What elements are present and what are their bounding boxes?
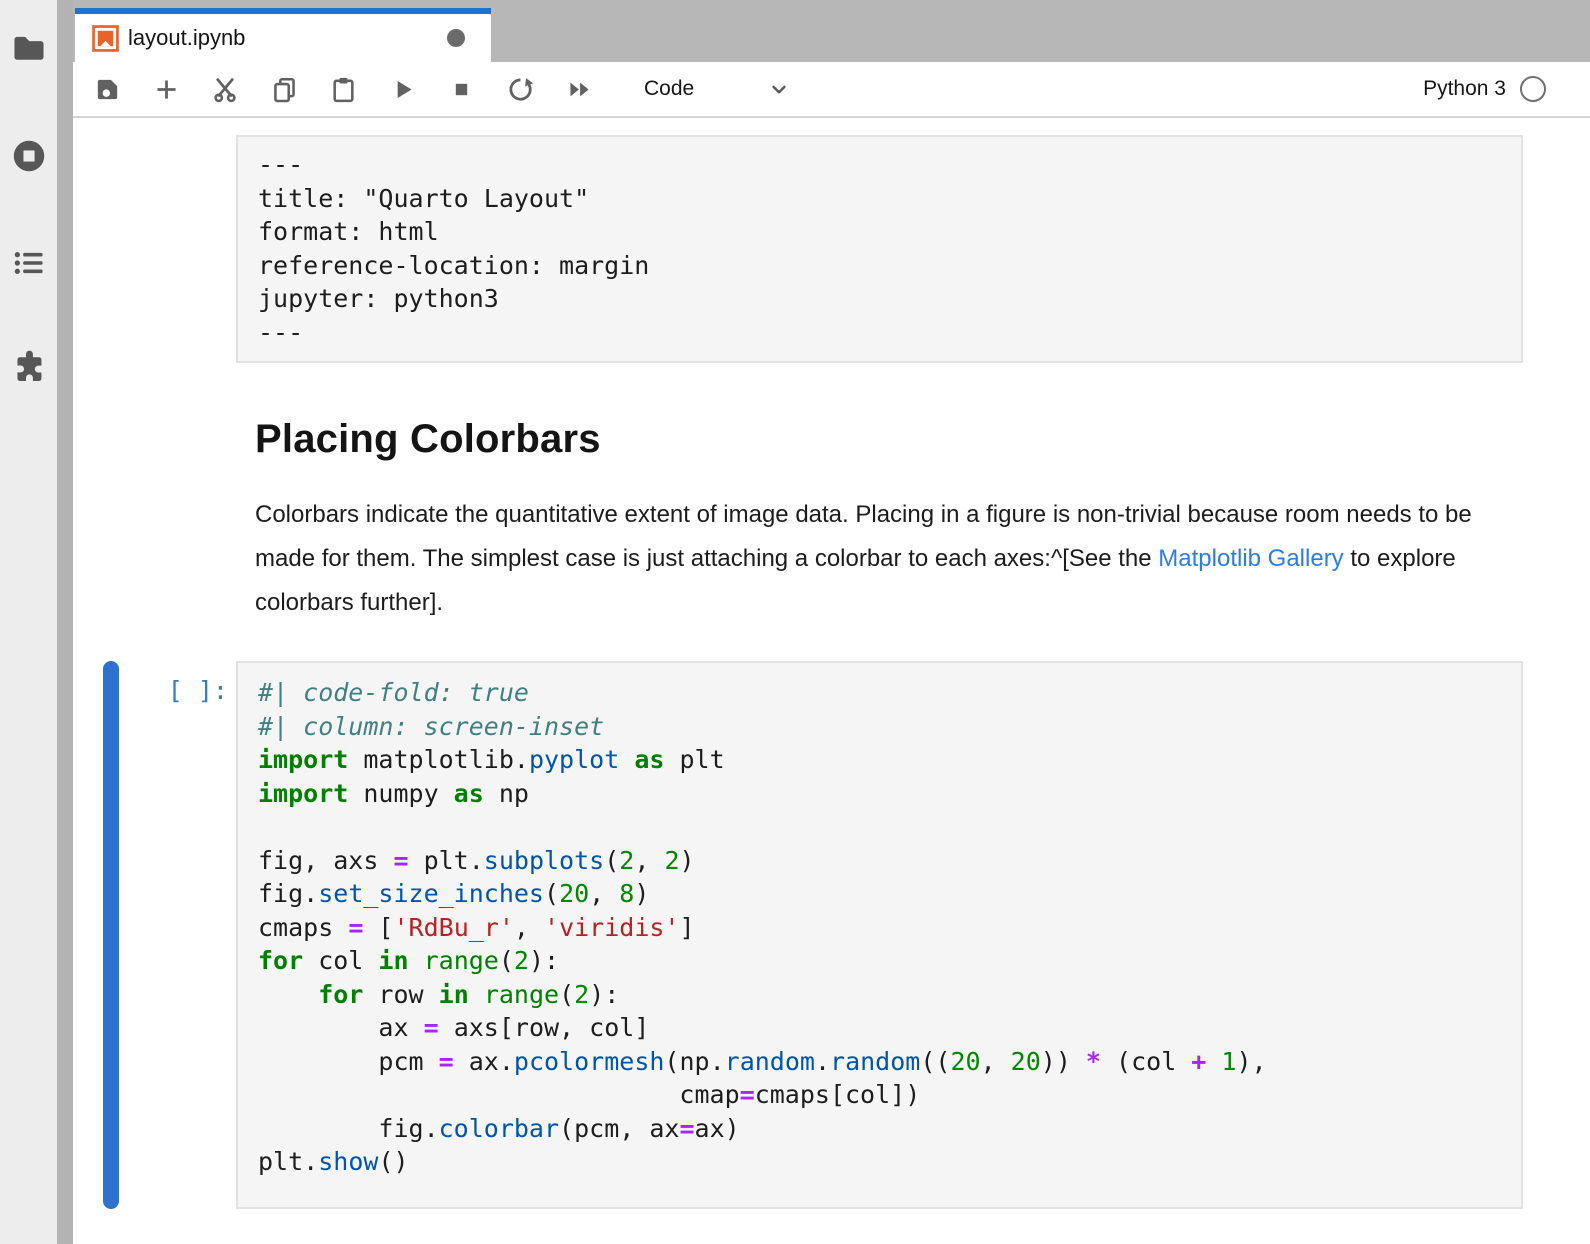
code-line: import numpy as np — [258, 777, 1521, 811]
code-line: for row in range(2): — [258, 978, 1521, 1012]
raw-line: --- — [258, 316, 1501, 350]
table-of-contents-icon[interactable] — [10, 244, 48, 282]
active-cell-collapser[interactable] — [103, 661, 119, 1209]
raw-line: --- — [258, 148, 1501, 182]
main-area: layout.ipynb — [73, 0, 1590, 1244]
code-line: cmaps = ['RdBu_r', 'viridis'] — [258, 911, 1521, 945]
tab-layout-ipynb[interactable]: layout.ipynb — [75, 8, 491, 62]
paste-cells-button[interactable] — [323, 69, 363, 109]
extension-manager-icon[interactable] — [10, 348, 48, 386]
code-cell-editor[interactable]: #| code-fold: true#| column: screen-inse… — [236, 661, 1523, 1209]
kernel-status-icon[interactable] — [1520, 76, 1546, 102]
raw-cell-row: ---title: "Quarto Layout"format: htmlref… — [236, 135, 1523, 363]
code-line: plt.show() — [258, 1145, 1521, 1179]
interrupt-kernel-button[interactable] — [441, 69, 481, 109]
notebook-file-icon — [92, 25, 119, 52]
code-line: fig, axs = plt.subplots(2, 2) — [258, 844, 1521, 878]
sidebar-divider[interactable] — [57, 0, 73, 1244]
notebook-content: ---title: "Quarto Layout"format: htmlref… — [73, 118, 1590, 1244]
raw-line: format: html — [258, 215, 1501, 249]
input-prompt: [ ]: — [119, 661, 236, 1209]
restart-kernel-button[interactable] — [500, 69, 540, 109]
notebook-toolbar: Code Python 3 — [73, 62, 1590, 118]
markdown-paragraph: Colorbars indicate the quantitative exte… — [255, 493, 1487, 625]
code-line: #| column: screen-inset — [258, 710, 1521, 744]
cut-cells-button[interactable] — [205, 69, 245, 109]
save-button[interactable] — [87, 69, 127, 109]
kernel-indicator[interactable]: Python 3 — [1423, 76, 1546, 102]
copy-cells-button[interactable] — [264, 69, 304, 109]
run-cell-button[interactable] — [382, 69, 422, 109]
code-line: cmap=cmaps[col]) — [258, 1078, 1521, 1112]
code-line: #| code-fold: true — [258, 676, 1521, 710]
raw-line: title: "Quarto Layout" — [258, 182, 1501, 216]
code-line: pcm = ax.pcolormesh(np.random.random((20… — [258, 1045, 1521, 1079]
code-line: fig.set_size_inches(20, 8) — [258, 877, 1521, 911]
page-title: Placing Colorbars — [255, 413, 1523, 465]
tab-bar: layout.ipynb — [73, 0, 1590, 62]
code-line — [258, 810, 1521, 844]
kernel-name: Python 3 — [1423, 77, 1506, 101]
unsaved-changes-dot[interactable] — [447, 29, 465, 47]
raw-line: reference-location: margin — [258, 249, 1501, 283]
running-sessions-icon[interactable] — [10, 137, 48, 175]
code-line: import matplotlib.pyplot as plt — [258, 743, 1521, 777]
restart-and-run-all-button[interactable] — [559, 69, 599, 109]
insert-cell-below-button[interactable] — [146, 69, 186, 109]
left-sidebar — [0, 0, 57, 1244]
code-cell-row: [ ]: #| code-fold: true#| column: screen… — [103, 661, 1523, 1209]
raw-yaml-cell[interactable]: ---title: "Quarto Layout"format: htmlref… — [236, 135, 1523, 363]
code-line: ax = axs[row, col] — [258, 1011, 1521, 1045]
code-line: fig.colorbar(pcm, ax=ax) — [258, 1112, 1521, 1146]
raw-line: jupyter: python3 — [258, 282, 1501, 316]
cell-type-value: Code — [644, 77, 694, 101]
jupyterlab-window: layout.ipynb — [0, 0, 1590, 1244]
tab-title: layout.ipynb — [128, 25, 245, 51]
chevron-down-icon — [766, 76, 792, 102]
cell-type-dropdown[interactable]: Code — [644, 76, 792, 102]
markdown-cell[interactable]: Placing Colorbars Colorbars indicate the… — [255, 413, 1523, 625]
file-browser-icon[interactable] — [10, 29, 48, 67]
code-line: for col in range(2): — [258, 944, 1521, 978]
